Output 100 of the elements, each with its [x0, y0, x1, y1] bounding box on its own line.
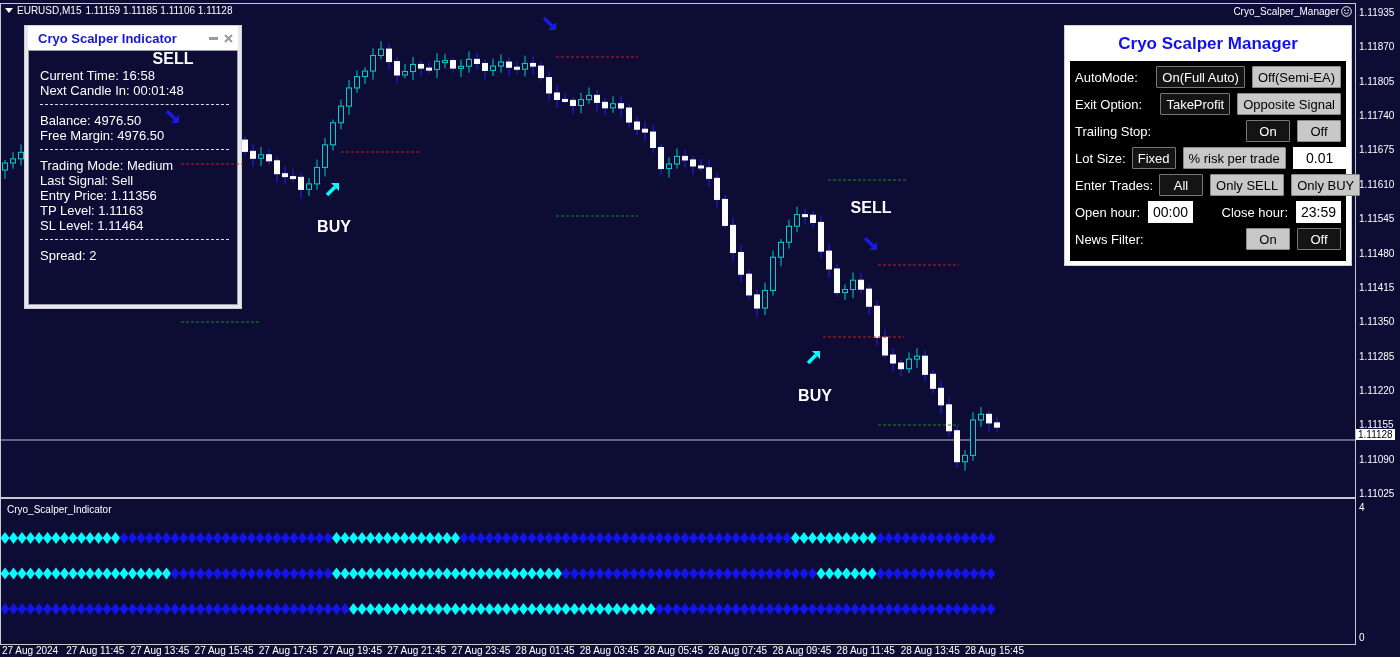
setting-label: Trailing Stop:: [1075, 123, 1152, 139]
panel-title: Cryo Scalper Indicator: [38, 30, 177, 46]
candle: [530, 55, 536, 76]
signal-label: SELL: [152, 50, 194, 67]
price-label: 1.11350: [1359, 316, 1395, 328]
candle: [426, 61, 432, 74]
candle: [378, 40, 384, 60]
candle: [306, 177, 312, 197]
option-button[interactable]: Opposite Signal: [1237, 93, 1341, 115]
expert-name: Cryo_Scalper_Manager: [1233, 6, 1339, 17]
candle: [442, 53, 448, 69]
lot-size-field[interactable]: 0.01: [1292, 147, 1347, 169]
setting-label: Enter Trades:: [1075, 177, 1154, 193]
close-icon[interactable]: [224, 33, 233, 43]
option-button[interactable]: % risk per trade: [1182, 147, 1286, 169]
candle: [810, 210, 816, 229]
candle: [18, 143, 24, 166]
candle: [570, 96, 576, 115]
candle: [682, 149, 688, 168]
candle: [938, 380, 944, 415]
time-label: 27 Aug 19:45: [323, 645, 382, 656]
price-label: 1.11935: [1359, 7, 1395, 18]
info-text: TP Level: 1.11163: [40, 203, 144, 218]
time-label: 27 Aug 23:45: [451, 645, 511, 656]
candle: [762, 282, 768, 316]
minimize-icon[interactable]: [209, 36, 218, 40]
time-label: 27 Aug 17:45: [258, 645, 318, 656]
candle: [266, 148, 272, 166]
candle: [698, 158, 704, 172]
candle: [906, 351, 912, 374]
candle: [986, 410, 992, 433]
candle: [586, 86, 592, 105]
option-button[interactable]: Only SELL: [1210, 174, 1285, 196]
price-label: 1.11610: [1359, 178, 1395, 190]
candle: [330, 119, 336, 151]
smiley-icon[interactable]: [1341, 6, 1352, 17]
info-text: Free Margin: 4976.50: [40, 128, 165, 143]
candle: [322, 137, 328, 177]
option-button[interactable]: Off(Semi-EA): [1251, 66, 1341, 88]
candle: [610, 95, 616, 114]
info-text: Entry Price: 1.11356: [40, 188, 157, 203]
arrow-icon: [542, 16, 556, 30]
level-line: [180, 163, 244, 165]
candle: [954, 425, 960, 469]
panel-title: Cryo Scalper Manager: [1118, 33, 1298, 54]
option-button[interactable]: Off: [1297, 120, 1341, 142]
option-button[interactable]: On(Full Auto): [1156, 66, 1245, 88]
candle: [922, 349, 928, 382]
candle: [674, 147, 680, 170]
time-field[interactable]: 23:59: [1296, 201, 1341, 223]
candle: [258, 146, 264, 167]
candle: [874, 299, 880, 346]
option-button[interactable]: TakeProfit: [1160, 93, 1231, 115]
candle: [522, 55, 528, 78]
candle: [882, 328, 888, 359]
candle: [450, 57, 456, 74]
candle: [290, 168, 296, 183]
candle: [474, 52, 480, 70]
option-button[interactable]: All: [1159, 174, 1204, 196]
option-button[interactable]: Only BUY: [1291, 174, 1361, 196]
setting-label: Lot Size:: [1075, 150, 1126, 166]
time-label: 28 Aug 09:45: [772, 645, 832, 656]
candle: [946, 396, 952, 438]
candle: [434, 52, 440, 79]
price-label: 1.11025: [1359, 488, 1395, 500]
candle: [490, 58, 496, 77]
candle: [962, 449, 968, 472]
axis-label: 4: [1359, 502, 1366, 513]
candle: [730, 217, 736, 262]
price-label: 1.11285: [1359, 350, 1395, 362]
price-label: 1.11480: [1359, 247, 1395, 259]
candle: [298, 172, 304, 199]
candle: [386, 43, 392, 70]
option-button[interactable]: Off: [1297, 228, 1341, 250]
time-label: 28 Aug 11:45: [836, 645, 895, 656]
arrow-icon: [325, 183, 339, 197]
option-button[interactable]: On: [1246, 120, 1290, 142]
candle: [970, 411, 976, 462]
candle: [10, 151, 16, 170]
candle: [666, 157, 672, 178]
candle: [786, 219, 792, 250]
candle: [794, 206, 800, 233]
candle: [930, 369, 936, 394]
candle: [818, 214, 824, 259]
current-price-tag: 1.11128: [1356, 429, 1395, 440]
candle: [890, 347, 896, 372]
price-label: 1.11220: [1359, 384, 1395, 396]
candle: [754, 288, 760, 318]
dropdown-icon[interactable]: [5, 8, 13, 13]
candle: [834, 263, 840, 298]
candle: [802, 208, 808, 225]
time-label: 28 Aug 07:45: [708, 645, 768, 656]
candle: [914, 347, 920, 369]
info-text: Trading Mode: Medium: [40, 158, 174, 173]
setting-label: AutoMode:: [1075, 69, 1138, 85]
option-button[interactable]: Fixed: [1131, 147, 1176, 169]
time-field[interactable]: 00:00: [1148, 201, 1194, 223]
option-button[interactable]: On: [1246, 228, 1290, 250]
price-label: 1.11805: [1359, 75, 1395, 87]
info-text: Current Time: 16:58: [40, 68, 155, 83]
